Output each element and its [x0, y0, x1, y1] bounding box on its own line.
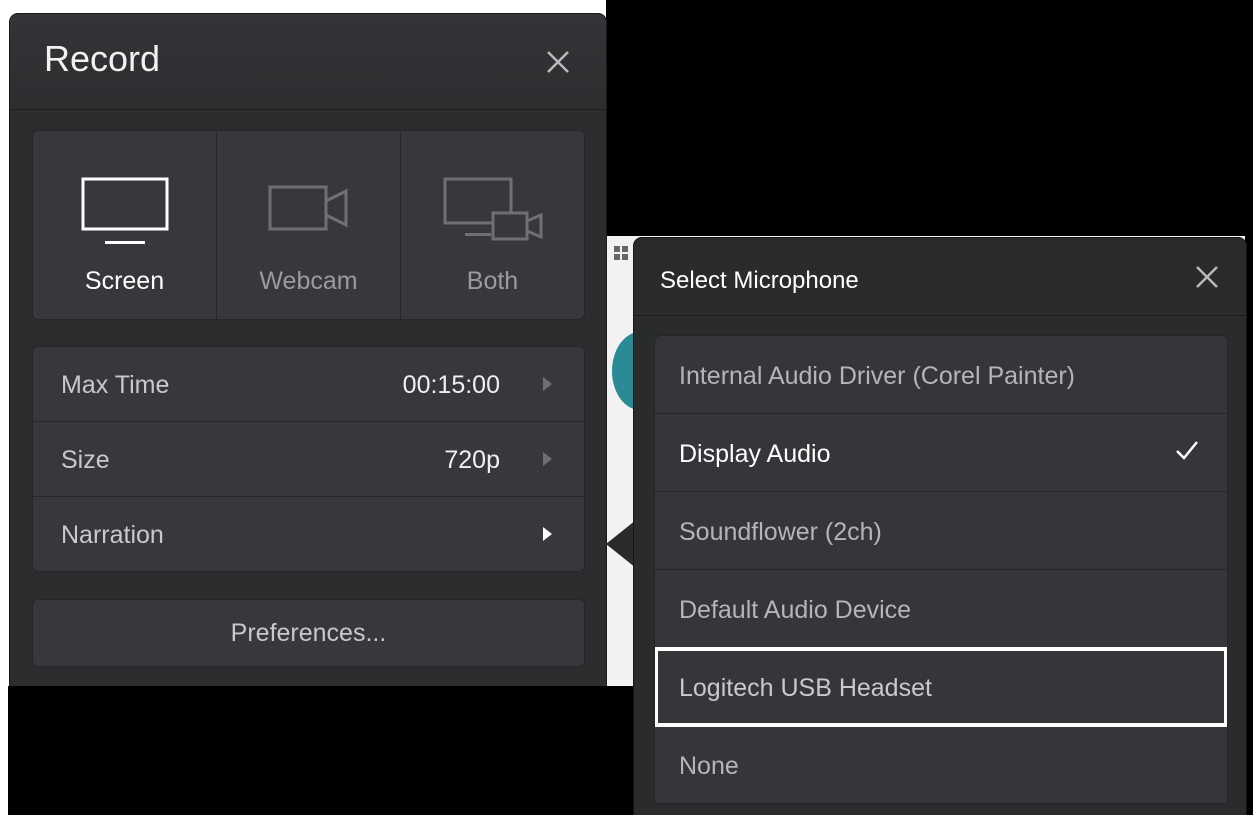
mic-option-focused[interactable]: Logitech USB Headset [655, 647, 1227, 727]
record-title: Record [44, 38, 161, 79]
source-both-button[interactable]: Both [401, 131, 584, 319]
source-webcam-label: Webcam [259, 267, 358, 295]
chevron-right-icon [543, 527, 552, 541]
popover-pointer [606, 520, 636, 568]
source-both-label: Both [466, 267, 519, 295]
mic-option[interactable]: Default Audio Device [655, 570, 1227, 648]
narration-label: Narration [61, 521, 164, 549]
source-screen-button[interactable]: Screen [33, 131, 217, 319]
mic-header: Select Microphone [634, 238, 1246, 316]
source-selector: Screen Webcam Both [32, 130, 585, 320]
select-microphone-popover: Select Microphone Internal Audio Driver … [634, 238, 1246, 815]
mic-option-label: Display Audio [679, 440, 831, 468]
record-settings: Max Time 00:15:00 Size 720p Narration [32, 346, 585, 572]
source-webcam-button[interactable]: Webcam [217, 131, 401, 319]
monitor-icon [81, 177, 168, 244]
max-time-label: Max Time [61, 371, 170, 399]
size-value: 720p [444, 446, 500, 474]
mic-option-label: Internal Audio Driver (Corel Painter) [679, 362, 1075, 390]
mic-option[interactable]: Soundflower (2ch) [655, 492, 1227, 570]
checkmark-icon [1176, 441, 1198, 460]
webcam-icon [268, 185, 347, 231]
windows-logo-icon [614, 246, 628, 260]
size-label: Size [61, 446, 110, 474]
mic-option-label: Default Audio Device [679, 596, 912, 624]
mic-option-label: Soundflower (2ch) [679, 518, 882, 546]
mic-close-icon[interactable] [1190, 260, 1224, 294]
size-row[interactable]: Size 720p [33, 422, 584, 497]
mic-title: Select Microphone [660, 267, 859, 294]
background-black-top [606, 0, 1253, 236]
record-panel: Record Screen Webcam Both Max Time 00:15… [10, 14, 606, 686]
mic-option[interactable]: None [655, 726, 1227, 804]
record-header: Record [10, 14, 606, 110]
mic-option-label: None [679, 752, 739, 780]
source-screen-label: Screen [84, 267, 165, 295]
chevron-right-icon [543, 377, 552, 391]
record-close-icon[interactable] [538, 42, 578, 82]
microphone-list: Internal Audio Driver (Corel Painter) Di… [654, 335, 1228, 805]
screen-webcam-icon [443, 177, 542, 241]
mic-option[interactable]: Internal Audio Driver (Corel Painter) [655, 336, 1227, 414]
background-black-bottom [8, 686, 648, 815]
mic-option-label: Logitech USB Headset [679, 674, 932, 702]
mic-option[interactable]: Display Audio [655, 414, 1227, 492]
background-black-right [1245, 236, 1253, 815]
narration-row[interactable]: Narration [33, 497, 584, 571]
max-time-value: 00:15:00 [402, 371, 500, 399]
max-time-row[interactable]: Max Time 00:15:00 [33, 347, 584, 422]
preferences-button[interactable]: Preferences... [32, 599, 585, 667]
chevron-right-icon [543, 452, 552, 466]
